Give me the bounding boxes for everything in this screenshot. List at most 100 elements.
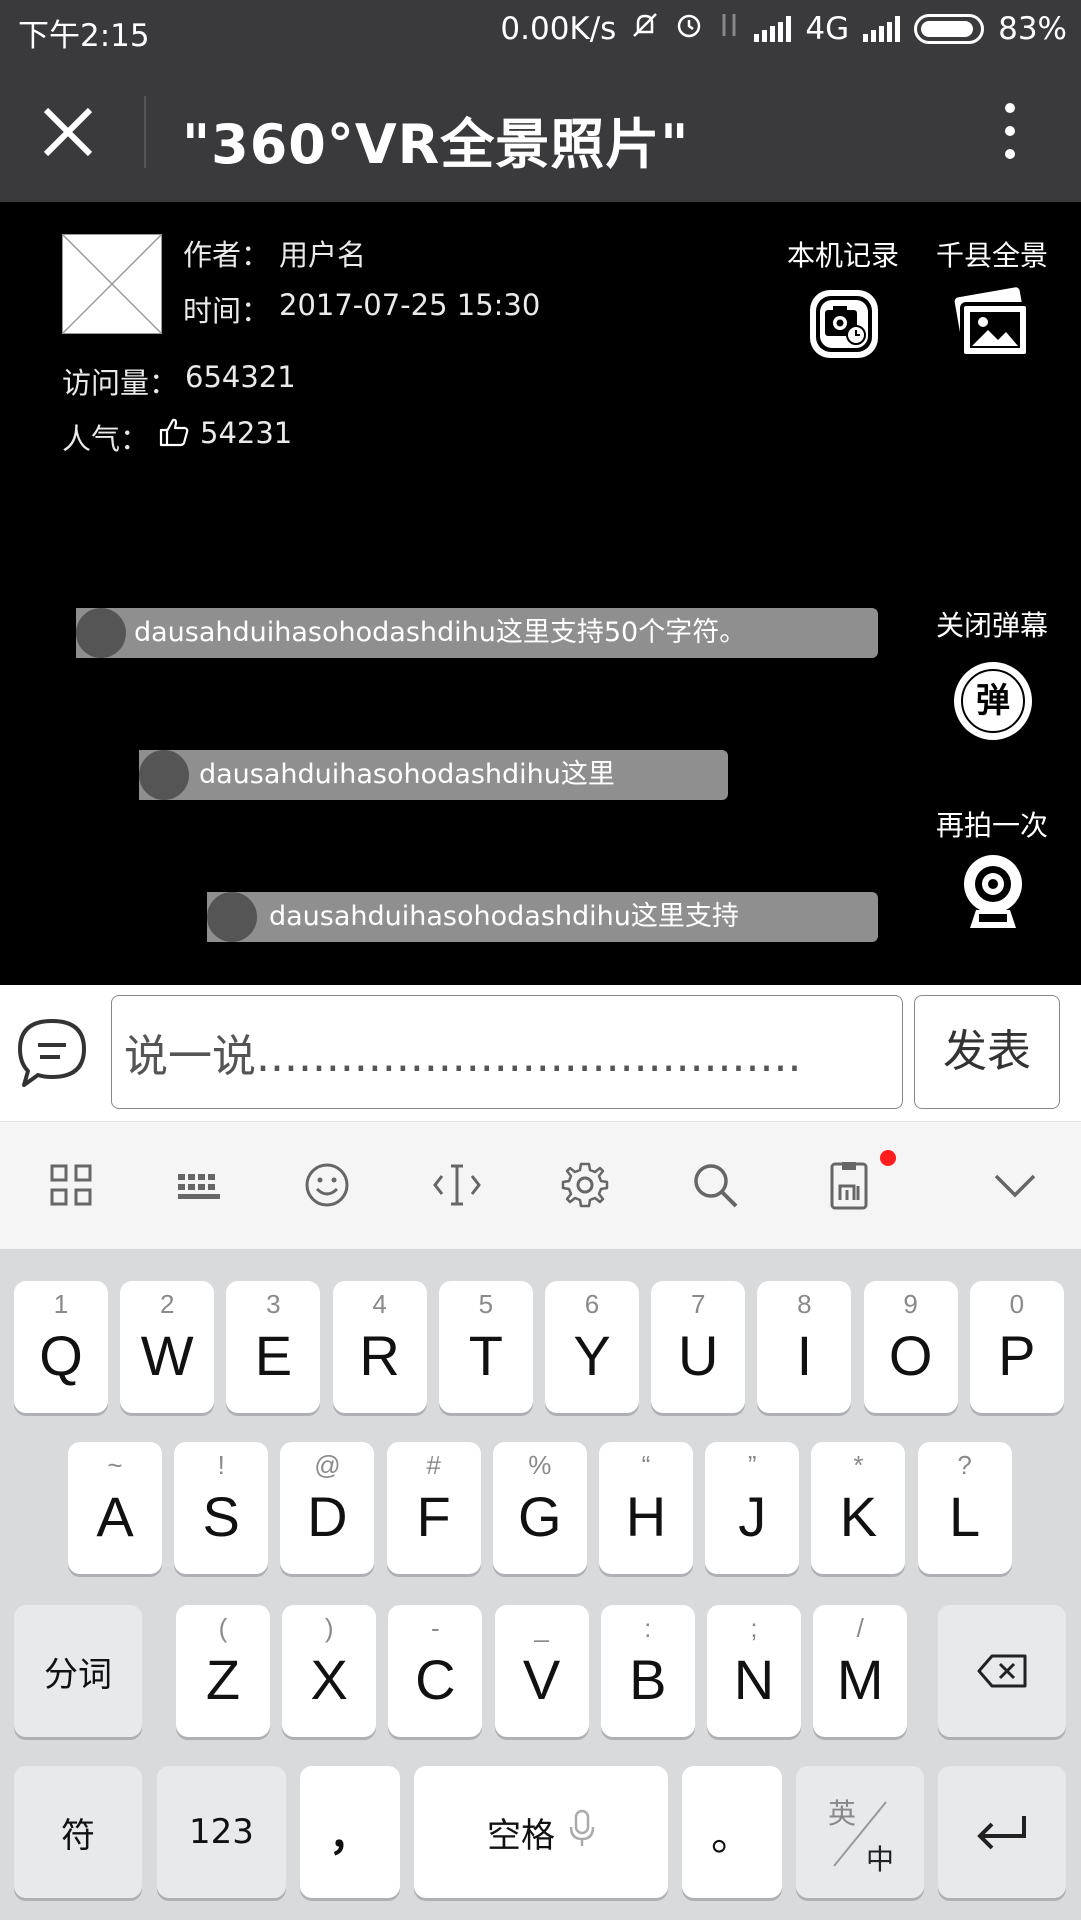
- local-record-label: 本机记录: [786, 239, 899, 272]
- key-hint: 4: [372, 1289, 387, 1319]
- key-p[interactable]: 0P: [969, 1281, 1064, 1413]
- author-label: 作者：: [183, 238, 271, 272]
- key-u[interactable]: 7U: [651, 1281, 746, 1413]
- key-hint: (: [218, 1613, 228, 1643]
- key-letter: H: [625, 1485, 667, 1548]
- key-hint: ?: [957, 1450, 972, 1480]
- space-key[interactable]: 空格: [414, 1766, 668, 1898]
- cursor-move-icon[interactable]: [432, 1160, 482, 1210]
- photos-icon[interactable]: [950, 286, 1034, 362]
- key-hint: @: [314, 1450, 341, 1480]
- key-e[interactable]: 3E: [226, 1281, 321, 1413]
- key-hint: 7: [690, 1289, 706, 1319]
- key-hint: 3: [266, 1289, 281, 1319]
- period-key[interactable]: 。: [682, 1766, 782, 1898]
- key-c[interactable]: -C: [388, 1605, 483, 1737]
- key-letter: Y: [573, 1324, 611, 1387]
- signal-icon: [754, 16, 792, 42]
- key-y[interactable]: 6Y: [545, 1281, 639, 1413]
- search-icon[interactable]: [690, 1160, 740, 1210]
- alarm-icon: [674, 10, 704, 48]
- key-k[interactable]: * K: [811, 1442, 906, 1574]
- key-letter: S: [202, 1485, 240, 1548]
- comment-bar: 说一说.....................................…: [0, 985, 1081, 1121]
- key-m[interactable]: / M: [813, 1605, 908, 1737]
- key-hint: ~: [107, 1450, 123, 1480]
- key-hint: 9: [903, 1289, 918, 1319]
- key-x[interactable]: ) X: [282, 1605, 377, 1737]
- key-w[interactable]: 2W: [120, 1281, 215, 1413]
- keyboard-icon[interactable]: [174, 1160, 224, 1210]
- send-button[interactable]: 发表: [914, 995, 1060, 1109]
- status-bar: 下午2:15 0.00K/s 4G 83%: [0, 0, 1081, 60]
- key-g[interactable]: % G: [492, 1442, 587, 1574]
- key-s[interactable]: ! S: [174, 1442, 269, 1574]
- views-label: 访问量：: [62, 366, 179, 400]
- key-letter: J: [738, 1485, 767, 1548]
- key-n[interactable]: ; N: [707, 1605, 801, 1737]
- thumbs-up-icon[interactable]: [158, 416, 190, 448]
- author-name: 用户名: [279, 238, 367, 272]
- apps-grid-icon[interactable]: [46, 1160, 96, 1210]
- backspace-icon: [938, 1605, 1066, 1737]
- chat-bubble-icon[interactable]: [14, 1015, 90, 1091]
- key-hint: %: [528, 1450, 552, 1480]
- mi-clipboard-icon[interactable]: [824, 1160, 874, 1210]
- microphone-icon: [569, 1809, 595, 1856]
- comma-key[interactable]: ，: [300, 1766, 400, 1898]
- danmu-avatar: [76, 608, 126, 658]
- key-r[interactable]: 4R: [332, 1281, 427, 1413]
- language-switch-key[interactable]: 英 中: [796, 1766, 924, 1898]
- key-l[interactable]: ? L: [917, 1442, 1012, 1574]
- key-hint: #: [426, 1450, 441, 1480]
- data-arrows-icon: [718, 10, 740, 48]
- danmu-toggle-button[interactable]: 弹: [954, 662, 1032, 740]
- shoot-again-label: 再拍一次: [935, 809, 1048, 842]
- key-q[interactable]: 1Q: [14, 1281, 108, 1413]
- status-time: 下午2:15: [18, 18, 150, 54]
- key-a[interactable]: ~ A: [68, 1442, 162, 1574]
- key-hint: 0: [1009, 1289, 1025, 1319]
- close-danmu-label: 关闭弹幕: [935, 609, 1048, 642]
- backspace-key[interactable]: [938, 1605, 1066, 1737]
- key-o[interactable]: 9O: [863, 1281, 958, 1413]
- key-letter: K: [839, 1485, 878, 1548]
- enter-key[interactable]: [938, 1766, 1066, 1898]
- key-i[interactable]: 8I: [757, 1281, 852, 1413]
- segment-key[interactable]: 分词: [14, 1605, 142, 1737]
- chevron-down-icon[interactable]: [990, 1160, 1040, 1210]
- key-h[interactable]: “H: [599, 1442, 693, 1574]
- danmu-item: dausahduihasohodashdihu这里支持50个字符。: [76, 608, 878, 658]
- enter-icon: [938, 1766, 1066, 1898]
- key-d[interactable]: @ D: [280, 1442, 375, 1574]
- emoji-icon[interactable]: [302, 1160, 352, 1210]
- key-t[interactable]: 5T: [438, 1281, 533, 1413]
- page-title: "360°VR全景照片": [182, 113, 690, 176]
- key-letter: E: [254, 1324, 293, 1387]
- number-key[interactable]: 123: [157, 1766, 286, 1898]
- settings-gear-icon[interactable]: [560, 1160, 610, 1210]
- panorama-view[interactable]: 作者： 用户名 时间： 2017-07-25 15:30 访问量： 654321…: [0, 202, 1081, 985]
- comment-input[interactable]: 说一说.....................................…: [111, 995, 903, 1109]
- key-letter: R: [359, 1324, 400, 1387]
- webcam-icon[interactable]: [960, 852, 1026, 932]
- key-letter: B: [629, 1648, 667, 1711]
- key-letter: Z: [205, 1648, 241, 1711]
- key-letter: M: [836, 1648, 884, 1711]
- symbol-key[interactable]: 符: [14, 1766, 142, 1898]
- key-letter: U: [677, 1324, 719, 1387]
- close-icon[interactable]: [38, 102, 98, 162]
- key-letter: I: [796, 1324, 813, 1387]
- key-v[interactable]: _ V: [494, 1605, 589, 1737]
- more-menu-icon[interactable]: [990, 100, 1030, 162]
- danmu-badge: 弹: [961, 669, 1025, 733]
- key-j[interactable]: ” J: [705, 1442, 800, 1574]
- key-hint: 6: [584, 1289, 600, 1319]
- camera-history-icon[interactable]: [808, 288, 880, 360]
- key-f[interactable]: # F: [386, 1442, 481, 1574]
- battery-icon: [914, 14, 985, 44]
- key-b[interactable]: :B: [600, 1605, 695, 1737]
- key-z[interactable]: (Z: [176, 1605, 270, 1737]
- avatar[interactable]: [62, 234, 162, 334]
- key-letter: A: [96, 1485, 134, 1548]
